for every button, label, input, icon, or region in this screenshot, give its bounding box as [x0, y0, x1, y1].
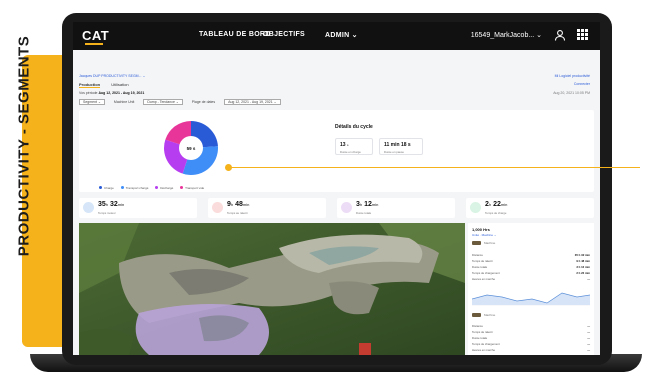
- cycle-donut-chart: 59 s: [164, 121, 218, 175]
- legend-item: Charge: [104, 186, 114, 190]
- panel-sparkline: [472, 292, 590, 306]
- period-line: Vos période Aug 12, 2021 - Aug 19, 2021: [79, 91, 144, 95]
- mini-value: 11 min 18 s: [384, 142, 411, 148]
- load-icon: [470, 202, 481, 213]
- legend-item: Déchargé: [160, 186, 174, 190]
- app-screen: CAT TABLEAU DE BORD OBJECTIFS ADMIN ⌄ 16…: [73, 22, 600, 355]
- connect-link[interactable]: Connecter: [574, 82, 590, 86]
- legend-dot: [120, 186, 124, 189]
- filter-bar: Segment ⌄ Machine Unit Dump - Tendance ⌄…: [79, 99, 289, 105]
- truck-icon: [472, 313, 481, 318]
- machine-filter[interactable]: Dump - Tendance ⌄: [143, 99, 183, 105]
- legend-item: Transport chargé: [125, 186, 149, 190]
- stage: PRODUCTIVITY - SEGMENTS CAT TABLEAU DE B…: [0, 0, 651, 383]
- kpi-label: Durée totale: [356, 211, 372, 215]
- panel-machine[interactable]: Machine: [472, 241, 495, 246]
- panel-row: Temps de ralenti —: [472, 330, 590, 334]
- mini-value: 13 s: [340, 142, 349, 148]
- panel-row: Durée totale 3 h 12 min: [472, 265, 590, 269]
- cycle-card: 59 s Charge Transport chargé Déchargé Tr…: [79, 110, 594, 192]
- tab-utilisation[interactable]: Utilisation: [111, 82, 128, 87]
- panel-title: 1,000 Hrs: [472, 227, 490, 232]
- kpi-label: Temps moteur: [98, 211, 116, 215]
- date-filter[interactable]: Aug 12, 2021 - Aug 19, 2021 ⌄: [224, 99, 281, 105]
- nav-dashboard[interactable]: TABLEAU DE BORD: [199, 31, 271, 38]
- panel-row: Distance 35 h 32 min: [472, 253, 590, 257]
- donut-center-value: 59 s: [187, 146, 196, 151]
- tab-bar: Production Utilisation: [79, 82, 139, 88]
- kpi-value: 35h 32min: [98, 201, 125, 208]
- kpi-value: 9h 48min: [227, 201, 250, 208]
- callout-dot: [225, 164, 232, 171]
- kpi-card: 2h 22min Temps de charge: [466, 198, 594, 218]
- callout-line: [228, 167, 640, 168]
- site-map[interactable]: [79, 223, 465, 355]
- breadcrumb[interactable]: Jacques DUP PRODUCTIVITY SEGM... ⌄: [79, 74, 145, 78]
- cycle-mini-card: 11 min 18 s Durée en pause: [379, 138, 423, 155]
- kpi-label: Temps au ralenti: [227, 211, 248, 215]
- machine-panel: 1,000 Hrs Unité · Machine ⌄ Machine Dist…: [468, 223, 594, 355]
- mini-label: Durée en charge: [340, 150, 361, 154]
- kpi-label: Temps de charge: [485, 211, 507, 215]
- tab-production[interactable]: Production: [79, 82, 101, 88]
- panel-row: Temps de chargement 2 h 22 min: [472, 271, 590, 275]
- top-navbar: CAT TABLEAU DE BORD OBJECTIFS ADMIN ⌄ 16…: [73, 22, 600, 50]
- nav-admin[interactable]: ADMIN ⌄: [325, 31, 358, 39]
- banner-title: PRODUCTIVITY - SEGMENTS: [15, 35, 33, 257]
- period-prefix: Vos période: [79, 91, 98, 95]
- panel-row: Heures en marche —: [472, 348, 590, 352]
- panel-machine[interactable]: Machine: [472, 313, 495, 318]
- satellite-imagery: [79, 223, 465, 355]
- legend-dot: [155, 186, 159, 189]
- panel-row: Temps de chargement —: [472, 342, 590, 346]
- user-icon[interactable]: [554, 29, 566, 41]
- panel-row: Distance —: [472, 324, 590, 328]
- segment-filter[interactable]: Segment ⌄: [79, 99, 105, 105]
- kpi-value: 3h 12min: [356, 201, 379, 208]
- cycle-details-title: Détails du cycle: [335, 124, 373, 130]
- kpi-card: 35h 32min Temps moteur: [79, 198, 197, 218]
- apps-grid-icon[interactable]: [576, 29, 588, 41]
- panel-row: Heures en marche —: [472, 277, 590, 281]
- period-value: Aug 12, 2021 - Aug 19, 2021: [98, 91, 145, 95]
- last-updated: Aug 20, 2021 10:05 PM: [553, 91, 590, 95]
- kpi-card: 9h 48min Temps au ralenti: [208, 198, 326, 218]
- engine-icon: [83, 202, 94, 213]
- breadcrumb-right-link[interactable]: Mi Logiciel productivité: [555, 74, 590, 78]
- legend-dot: [180, 186, 184, 189]
- panel-unit-select[interactable]: Unité · Machine ⌄: [472, 233, 496, 237]
- logo-accent: [85, 43, 103, 45]
- cat-logo[interactable]: CAT: [82, 28, 109, 43]
- kpi-value: 2h 22min: [485, 201, 508, 208]
- machine-filter-label: Machine Unit: [113, 100, 135, 104]
- legend-dot: [99, 186, 102, 189]
- panel-row: Durée totale —: [472, 336, 590, 340]
- nav-objectives[interactable]: OBJECTIFS: [263, 31, 305, 38]
- idle-icon: [212, 202, 223, 213]
- legend-item: Transport vide: [185, 186, 205, 190]
- kpi-card: 3h 12min Durée totale: [337, 198, 455, 218]
- user-menu[interactable]: 16549_MarkJacob... ⌄: [471, 31, 542, 39]
- date-filter-label: Plage de dates: [191, 100, 216, 104]
- truck-icon: [472, 241, 481, 246]
- mini-label: Durée en pause: [384, 150, 404, 154]
- donut-legend: Charge Transport chargé Déchargé Transpo…: [93, 186, 204, 190]
- cycle-mini-card: 13 s Durée en charge: [335, 138, 373, 155]
- duration-icon: [341, 202, 352, 213]
- panel-row: Temps de ralenti 9 h 48 min: [472, 259, 590, 263]
